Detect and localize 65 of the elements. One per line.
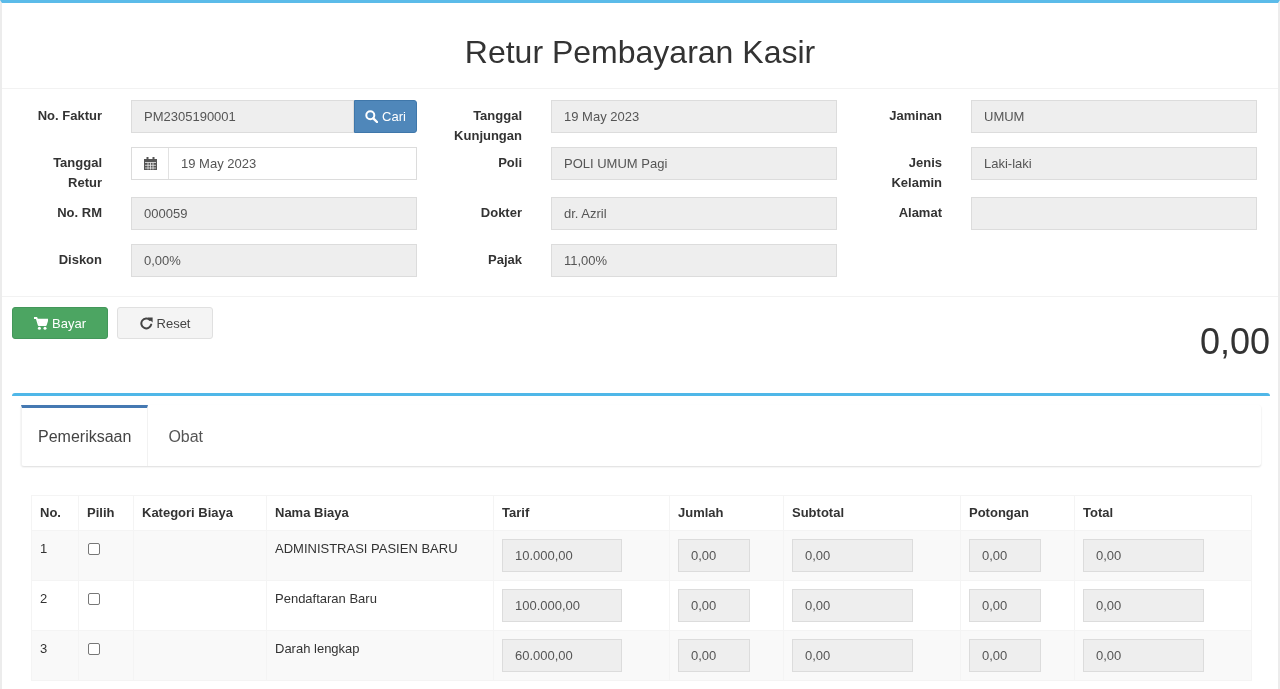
checkbox[interactable] [88,543,100,555]
column-header: Pilih [78,495,134,531]
subtotal-field[interactable]: 0,00 [792,589,913,622]
input-field[interactable]: dr. Azril [551,197,837,230]
total-amount: 0,00 [1199,322,1270,362]
total-field[interactable]: 0,00 [1083,639,1204,672]
table-cell: 2 [31,580,79,631]
discount-field[interactable]: 0,00 [969,589,1041,622]
tab[interactable]: Obat [152,405,220,466]
total-field[interactable]: 0,00 [1083,539,1204,572]
refresh-icon [139,316,153,330]
field-label: Diskon [58,252,102,267]
input-field[interactable]: 000059 [131,197,417,230]
input-field[interactable]: 11,00% [551,244,837,277]
table-cell: 3 [31,630,79,681]
tab[interactable]: Pemeriksaan [21,405,149,466]
page-title: Retur Pembayaran Kasir [464,33,816,72]
checkbox[interactable] [88,593,100,605]
price-field[interactable]: 100.000,00 [502,589,622,622]
table-cell: Darah lengkap [266,630,494,681]
price-field[interactable]: 10.000,00 [502,539,622,572]
field-label: No. RM [57,205,102,220]
reset-button[interactable]: Reset [117,307,213,339]
column-header: Kategori Biaya [133,495,267,531]
field-label: Tanggal Kunjungan [454,108,522,143]
subtotal-field[interactable]: 0,00 [792,539,913,572]
field-label: Tanggal Retur [53,155,102,190]
field-label: Jaminan [889,108,942,123]
search-button[interactable]: Cari [354,100,417,133]
discount-field[interactable]: 0,00 [969,539,1041,572]
column-header: Subtotal [783,495,961,531]
input-field[interactable]: POLI UMUM Pagi [551,147,837,180]
table-cell: 1 [31,530,79,581]
input-field[interactable]: 19 May 2023 [551,100,837,133]
column-header: Potongan [960,495,1075,531]
quantity-field[interactable]: 0,00 [678,639,750,672]
subtotal-field[interactable]: 0,00 [792,639,913,672]
column-header: Nama Biaya [266,495,494,531]
cart-icon [34,316,48,330]
input-field[interactable]: Laki-laki [971,147,1257,180]
table-cell: ADMINISTRASI PASIEN BARU [266,530,494,581]
field-label: No. Faktur [37,108,102,123]
input-field[interactable]: PM2305190001 [131,100,354,133]
field-label: Jenis Kelamin [891,155,942,190]
column-header: No. [31,495,79,531]
column-header: Jumlah [669,495,784,531]
field-label: Alamat [898,205,942,220]
price-field[interactable]: 60.000,00 [502,639,622,672]
table-cell: Pendaftaran Baru [266,580,494,631]
date-field[interactable]: 19 May 2023 [131,147,417,180]
total-field[interactable]: 0,00 [1083,589,1204,622]
column-header: Total [1074,495,1252,531]
calendar-icon [143,157,157,170]
field-label: Poli [498,155,522,170]
column-header: Tarif [493,495,670,531]
quantity-field[interactable]: 0,00 [678,589,750,622]
search-icon [365,110,379,123]
input-field[interactable]: 0,00% [131,244,417,277]
field-label: Dokter [480,205,522,220]
checkbox[interactable] [88,643,100,655]
discount-field[interactable]: 0,00 [969,639,1041,672]
field-label: Pajak [488,252,522,267]
input-field[interactable]: UMUM [971,100,1257,133]
quantity-field[interactable]: 0,00 [678,539,750,572]
input-field[interactable] [971,197,1257,230]
